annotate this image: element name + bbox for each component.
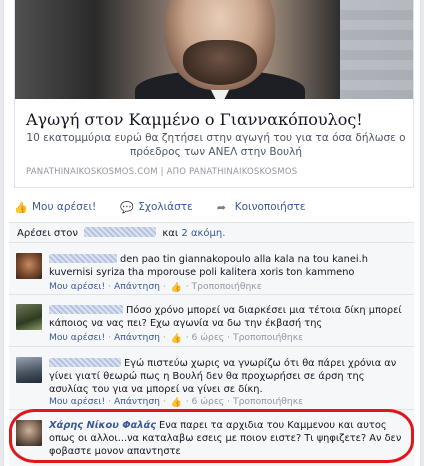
- like-count-icon: 👍: [170, 398, 182, 408]
- comment-item: den pao tin giannakopoulo alla kala na t…: [9, 242, 414, 294]
- comment-meta: Μου αρέσει! · Απάντηση · 👍 · 6 ώρες · Τρ…: [49, 396, 304, 408]
- likes-text: Αρέσει στον και 2 ακόμη.: [17, 227, 225, 239]
- comment-like-link[interactable]: Μου αρέσει!: [49, 281, 105, 292]
- comment-author[interactable]: Χάρης Νίκου Φαλάς: [49, 420, 156, 431]
- comment-edited[interactable]: Τροποποιήθηκε: [233, 396, 303, 407]
- comment-edited[interactable]: Τροποποιήθηκε: [192, 281, 262, 292]
- redacted-author[interactable]: [49, 358, 121, 367]
- share-label: Κοινοποιήστε: [234, 201, 306, 213]
- comment-item: Χάρης Νίκου Φαλάς Ενα παρει τα αρχιδια το…: [9, 409, 414, 466]
- comment-like-link[interactable]: Μου αρέσει!: [49, 396, 105, 407]
- preview-title[interactable]: Αγωγή στον Καμμένο ο Γιαννακόπουλος!: [26, 110, 363, 129]
- post-actions: 👍 Μου αρέσει! 💬 Σχολιάστε ➦ Κοινοποιήστε: [14, 198, 330, 216]
- likes-prefix: Αρέσει στον: [17, 228, 78, 239]
- thumbs-up-icon: 👍: [14, 200, 28, 214]
- comment-item: Εγώ πιστεύω χωρις να γνωρίζω ότι θα πάρε…: [9, 346, 414, 409]
- comment-button[interactable]: 💬 Σχολιάστε: [120, 201, 192, 213]
- comment-meta: Μου αρέσει! · Απάντηση · 👍 · 6 ώρες · Τρ…: [49, 332, 304, 344]
- like-count-icon: 👍: [170, 283, 182, 293]
- likes-summary: Αρέσει στον και 2 ακόμη.: [9, 222, 414, 242]
- comment-bubble-icon: 💬: [120, 200, 134, 214]
- comments-list: den pao tin giannakopoulo alla kala na t…: [9, 242, 414, 466]
- comment-reply-link[interactable]: Απάντηση: [114, 332, 160, 343]
- share-arrow-icon: ➦: [216, 200, 226, 214]
- share-button[interactable]: ➦ Κοινοποιήστε: [217, 201, 306, 213]
- link-preview[interactable]: Αγωγή στον Καμμένο ο Γιαννακόπουλος! 10 …: [14, 0, 414, 188]
- comment-text: Πόσο χρόνο μπορεί να διαρκέσει μια τέτοι…: [49, 304, 405, 330]
- like-count-icon: 👍: [170, 334, 182, 344]
- comment-time[interactable]: 6 ώρες: [192, 332, 225, 343]
- avatar[interactable]: [16, 357, 42, 383]
- post-card: Αγωγή στον Καμμένο ο Γιαννακόπουλος! 10 …: [3, 0, 421, 466]
- comment-text: den pao tin giannakopoulo alla kala na t…: [49, 253, 405, 279]
- background-flag: [340, 0, 413, 99]
- beard-shape: [183, 40, 257, 85]
- like-label: Μου αρέσει!: [32, 201, 97, 213]
- avatar[interactable]: [16, 420, 42, 446]
- likes-others-link[interactable]: 2 ακόμη.: [181, 228, 225, 239]
- likes-middle: και: [162, 228, 179, 239]
- avatar[interactable]: [16, 253, 42, 279]
- redacted-author[interactable]: [49, 305, 123, 314]
- redacted-name[interactable]: [84, 227, 157, 237]
- comment-meta: Μου αρέσει! · Απάντηση · 👍 · Τροποποιήθη…: [49, 281, 262, 293]
- comment-text: Εγώ πιστεύω χωρις να γνωρίζω ότι θα πάρε…: [49, 357, 405, 396]
- comment-reply-link[interactable]: Απάντηση: [114, 396, 160, 407]
- comment-reply-link[interactable]: Απάντηση: [114, 281, 160, 292]
- comment-edited[interactable]: Τροποποιήθηκε: [233, 332, 303, 343]
- preview-source: PANATHINAIKOSKOSMOS.COM | ΑΠΟ PANATHINAI…: [26, 167, 298, 177]
- preview-description: 10 εκατομμύρια ευρώ θα ζητήσει στην αγωγ…: [26, 132, 406, 158]
- comment-like-link[interactable]: Μου αρέσει!: [49, 332, 105, 343]
- like-button[interactable]: 👍 Μου αρέσει!: [14, 201, 96, 213]
- comment-item: Πόσο χρόνο μπορεί να διαρκέσει μια τέτοι…: [9, 294, 414, 346]
- comment-time[interactable]: 6 ώρες: [192, 396, 225, 407]
- avatar[interactable]: [16, 304, 42, 330]
- preview-image[interactable]: [15, 0, 413, 99]
- comment-text: Χάρης Νίκου Φαλάς Ενα παρει τα αρχιδια το…: [49, 419, 405, 458]
- comment-label: Σχολιάστε: [138, 201, 193, 213]
- redacted-author[interactable]: [49, 254, 117, 263]
